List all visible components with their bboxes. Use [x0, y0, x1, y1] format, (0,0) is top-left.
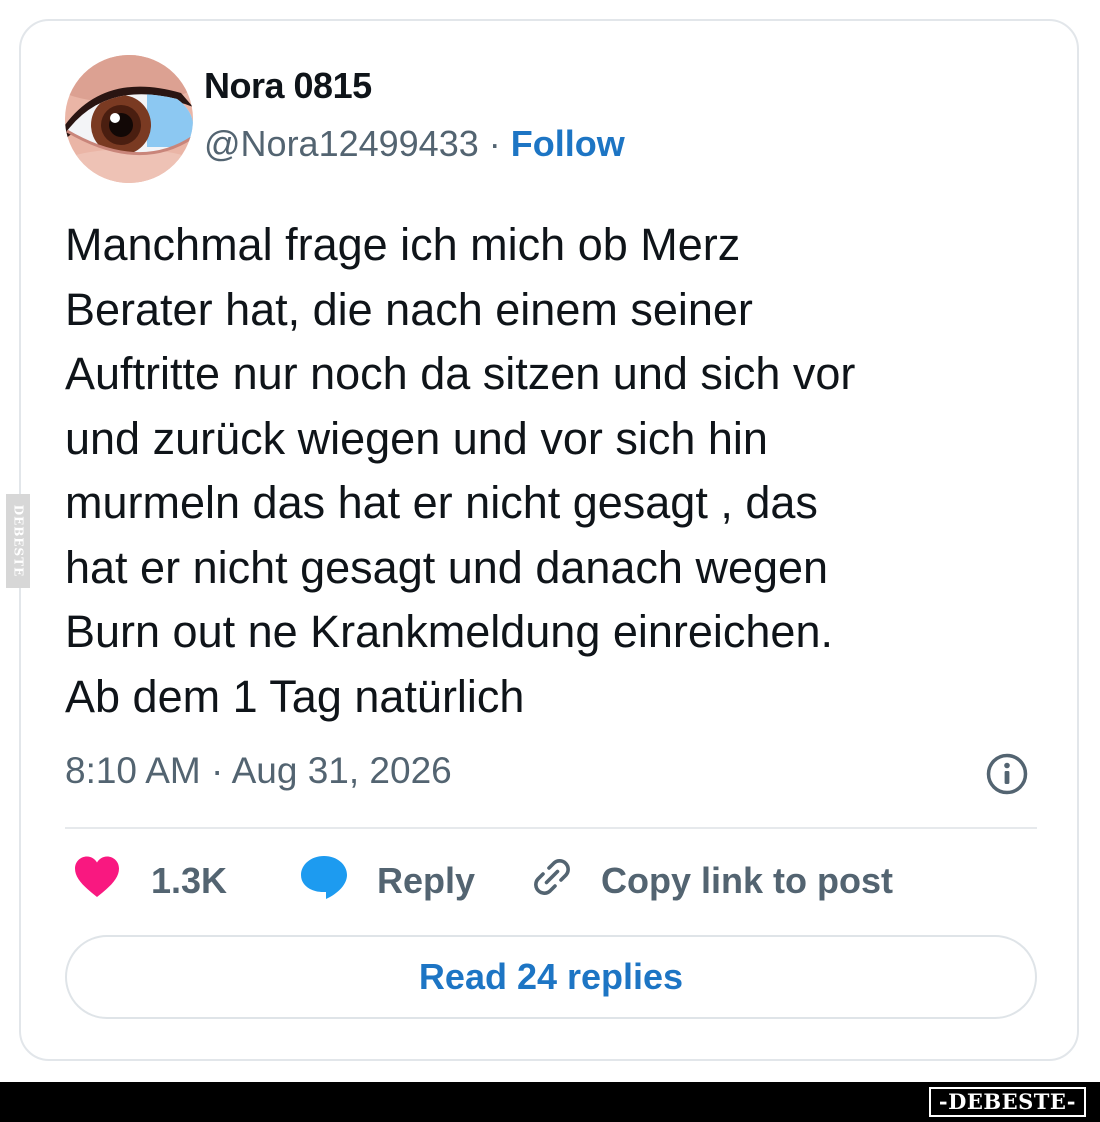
copy-link-label: Copy link to post: [601, 860, 893, 901]
avatar[interactable]: [65, 55, 193, 183]
copy-link-button[interactable]: Copy link to post: [529, 851, 893, 911]
tweet-timestamp[interactable]: 8:10 AM · Aug 31, 2026: [65, 750, 452, 792]
read-replies-button[interactable]: Read 24 replies: [65, 935, 1037, 1019]
reply-bubble-icon: [299, 854, 349, 909]
like-count: 1.3K: [151, 860, 228, 901]
info-icon[interactable]: [985, 752, 1029, 796]
link-icon: [529, 854, 575, 909]
display-name[interactable]: Nora 0815: [204, 65, 372, 107]
side-watermark-text: DEBESTE: [11, 504, 25, 578]
divider: [65, 827, 1037, 829]
side-watermark: DEBESTE: [6, 494, 30, 588]
like-button[interactable]: 1.3K: [73, 851, 227, 911]
separator-dot: ·: [488, 123, 501, 164]
reply-label: Reply: [377, 860, 476, 901]
eye-avatar-icon: [65, 55, 193, 183]
user-handle[interactable]: @Nora12499433: [204, 123, 479, 164]
action-bar: 1.3K Reply Copy link to post: [21, 851, 1077, 911]
watermark-logo: -DEBESTE-: [928, 1087, 1086, 1117]
footer-bar: -DEBESTE-: [0, 1082, 1100, 1122]
reply-button[interactable]: Reply: [299, 851, 475, 911]
heart-icon: [73, 855, 121, 908]
tweet-card: Nora 0815 @Nora12499433 · Follow Manchma…: [19, 19, 1079, 1061]
handle-row: @Nora12499433 · Follow: [204, 123, 625, 165]
follow-link[interactable]: Follow: [511, 123, 625, 164]
tweet-text: Manchmal frage ich mich ob Merz Berater …: [65, 219, 856, 722]
